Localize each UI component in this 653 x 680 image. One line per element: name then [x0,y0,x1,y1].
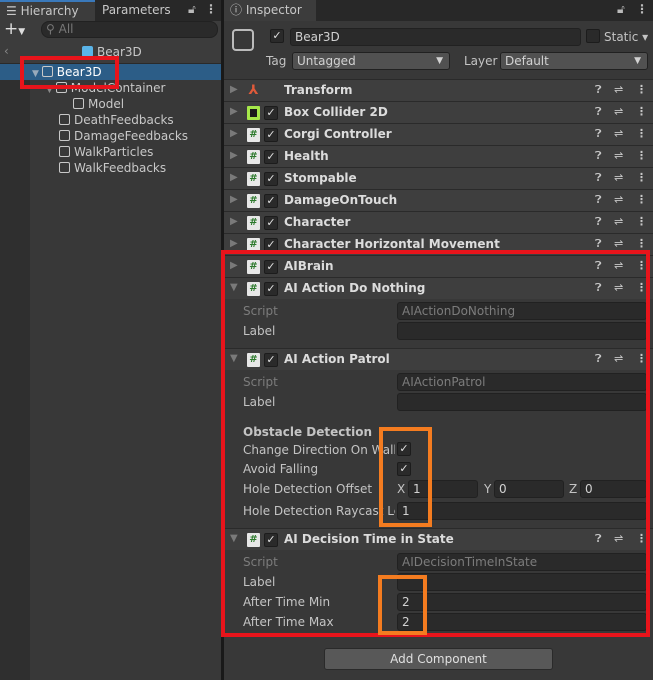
help-icon[interactable]: ❓︎ [595,237,602,251]
tag-dropdown[interactable]: Untagged ▼ [292,52,450,70]
help-icon[interactable]: ❓︎ [595,171,602,185]
component-header[interactable]: ▶ # ✓ Health ❓︎ ⇌ ⋮ [224,145,653,167]
component-header[interactable]: ▶ # ✓ Corgi Controller ❓︎ ⇌ ⋮ [224,123,653,145]
list-item[interactable]: WalkParticles [59,145,153,159]
cube-icon [59,114,70,125]
list-item[interactable]: DeathFeedbacks [59,113,174,127]
help-icon[interactable]: ❓︎ [595,193,602,207]
preset-icon[interactable]: ⇌ [614,83,623,96]
component-header[interactable]: ▶ # ✓ Stompable ❓︎ ⇌ ⋮ [224,167,653,189]
layer-dropdown[interactable]: Default ▼ [500,52,648,70]
tab-inspector[interactable]: ⓘ Inspector [224,0,316,21]
box-collider-icon [247,106,260,120]
more-icon[interactable]: ⋮ [636,193,647,206]
list-item[interactable]: Model [73,97,124,111]
list-icon: ☰ [6,4,21,18]
tag-label: Tag [266,54,287,68]
active-checkbox[interactable]: ✓ [270,29,284,43]
script-icon: # [247,172,260,186]
more-icon[interactable]: ⋮ [636,237,647,250]
highlight-box [379,427,432,527]
hierarchy-search-input[interactable]: ⚲ All [41,21,218,38]
add-component-button[interactable]: Add Component [324,648,553,670]
cube-icon [59,146,70,157]
highlight-box [20,56,119,89]
preset-icon[interactable]: ⇌ [614,171,623,184]
preset-icon[interactable]: ⇌ [614,127,623,140]
list-item[interactable]: DamageFeedbacks [59,129,188,143]
more-icon[interactable]: ⋮ [636,127,647,140]
enabled-checkbox[interactable]: ✓ [264,172,278,186]
enabled-checkbox[interactable]: ✓ [264,150,278,164]
preset-icon[interactable]: ⇌ [614,237,623,250]
gameobject-icon[interactable] [232,29,254,51]
help-icon[interactable]: ❓︎ [595,105,602,119]
foldout-icon[interactable]: ▶ [230,216,238,227]
foldout-icon[interactable]: ▶ [230,238,238,249]
highlight-box [221,250,650,637]
lock-icon[interactable]: 🔓︎ [188,2,196,17]
layer-label: Layer [464,54,498,68]
help-icon[interactable]: ❓︎ [595,83,602,97]
more-icon[interactable]: ⋮ [636,149,647,162]
static-checkbox[interactable] [586,29,600,43]
preset-icon[interactable]: ⇌ [614,215,623,228]
foldout-icon[interactable]: ▶ [230,150,238,161]
component-header[interactable]: ▶ # ✓ Character ❓︎ ⇌ ⋮ [224,211,653,233]
script-icon: # [247,194,260,208]
enabled-checkbox[interactable]: ✓ [264,194,278,208]
info-icon: ⓘ [230,3,246,17]
foldout-icon[interactable]: ▶ [230,128,238,139]
static-dropdown[interactable]: Static ▾ [604,30,648,44]
object-name-input[interactable]: Bear3D [290,28,581,46]
enabled-checkbox[interactable]: ✓ [264,128,278,142]
script-icon: # [247,150,260,164]
back-icon[interactable]: ‹ [4,44,9,58]
enabled-checkbox[interactable]: ✓ [264,216,278,230]
lock-icon[interactable]: 🔓︎ [617,2,625,17]
help-icon[interactable]: ❓︎ [595,149,602,163]
component-header[interactable]: ▶ # ✓ DamageOnTouch ❓︎ ⇌ ⋮ [224,189,653,211]
highlight-box [378,575,427,635]
tab-parameters[interactable]: Parameters [96,0,186,21]
cube-icon [59,162,70,173]
more-icon[interactable]: ⋮ [636,83,647,96]
list-item[interactable]: WalkFeedbacks [59,161,166,175]
script-icon: # [247,128,260,142]
more-icon[interactable]: ⋮ [205,2,217,16]
cube-icon [73,98,84,109]
help-icon[interactable]: ❓︎ [595,215,602,229]
foldout-icon[interactable]: ▶ [230,172,238,183]
preset-icon[interactable]: ⇌ [614,193,623,206]
preset-icon[interactable]: ⇌ [614,105,623,118]
hierarchy-gutter [0,64,30,680]
foldout-icon[interactable]: ▶ [230,194,238,205]
search-icon: ⚲ [46,22,59,36]
enabled-checkbox[interactable]: ✓ [264,106,278,120]
cube-icon [59,130,70,141]
foldout-icon[interactable]: ▶ [230,106,238,117]
more-icon[interactable]: ⋮ [636,2,648,16]
component-header[interactable]: ▶ ✓ Box Collider 2D ❓︎ ⇌ ⋮ [224,101,653,123]
transform-icon: ⅄ [248,83,259,98]
script-icon: # [247,216,260,230]
more-icon[interactable]: ⋮ [636,105,647,118]
preset-icon[interactable]: ⇌ [614,149,623,162]
more-icon[interactable]: ⋮ [636,215,647,228]
component-header[interactable]: ▶ ⅄ Transform ❓︎ ⇌ ⋮ [224,79,653,101]
more-icon[interactable]: ⋮ [636,171,647,184]
help-icon[interactable]: ❓︎ [595,127,602,141]
add-icon[interactable]: +▼ [4,19,25,39]
tab-hierarchy[interactable]: ☰ Hierarchy [0,0,95,21]
foldout-icon[interactable]: ▶ [230,84,238,95]
